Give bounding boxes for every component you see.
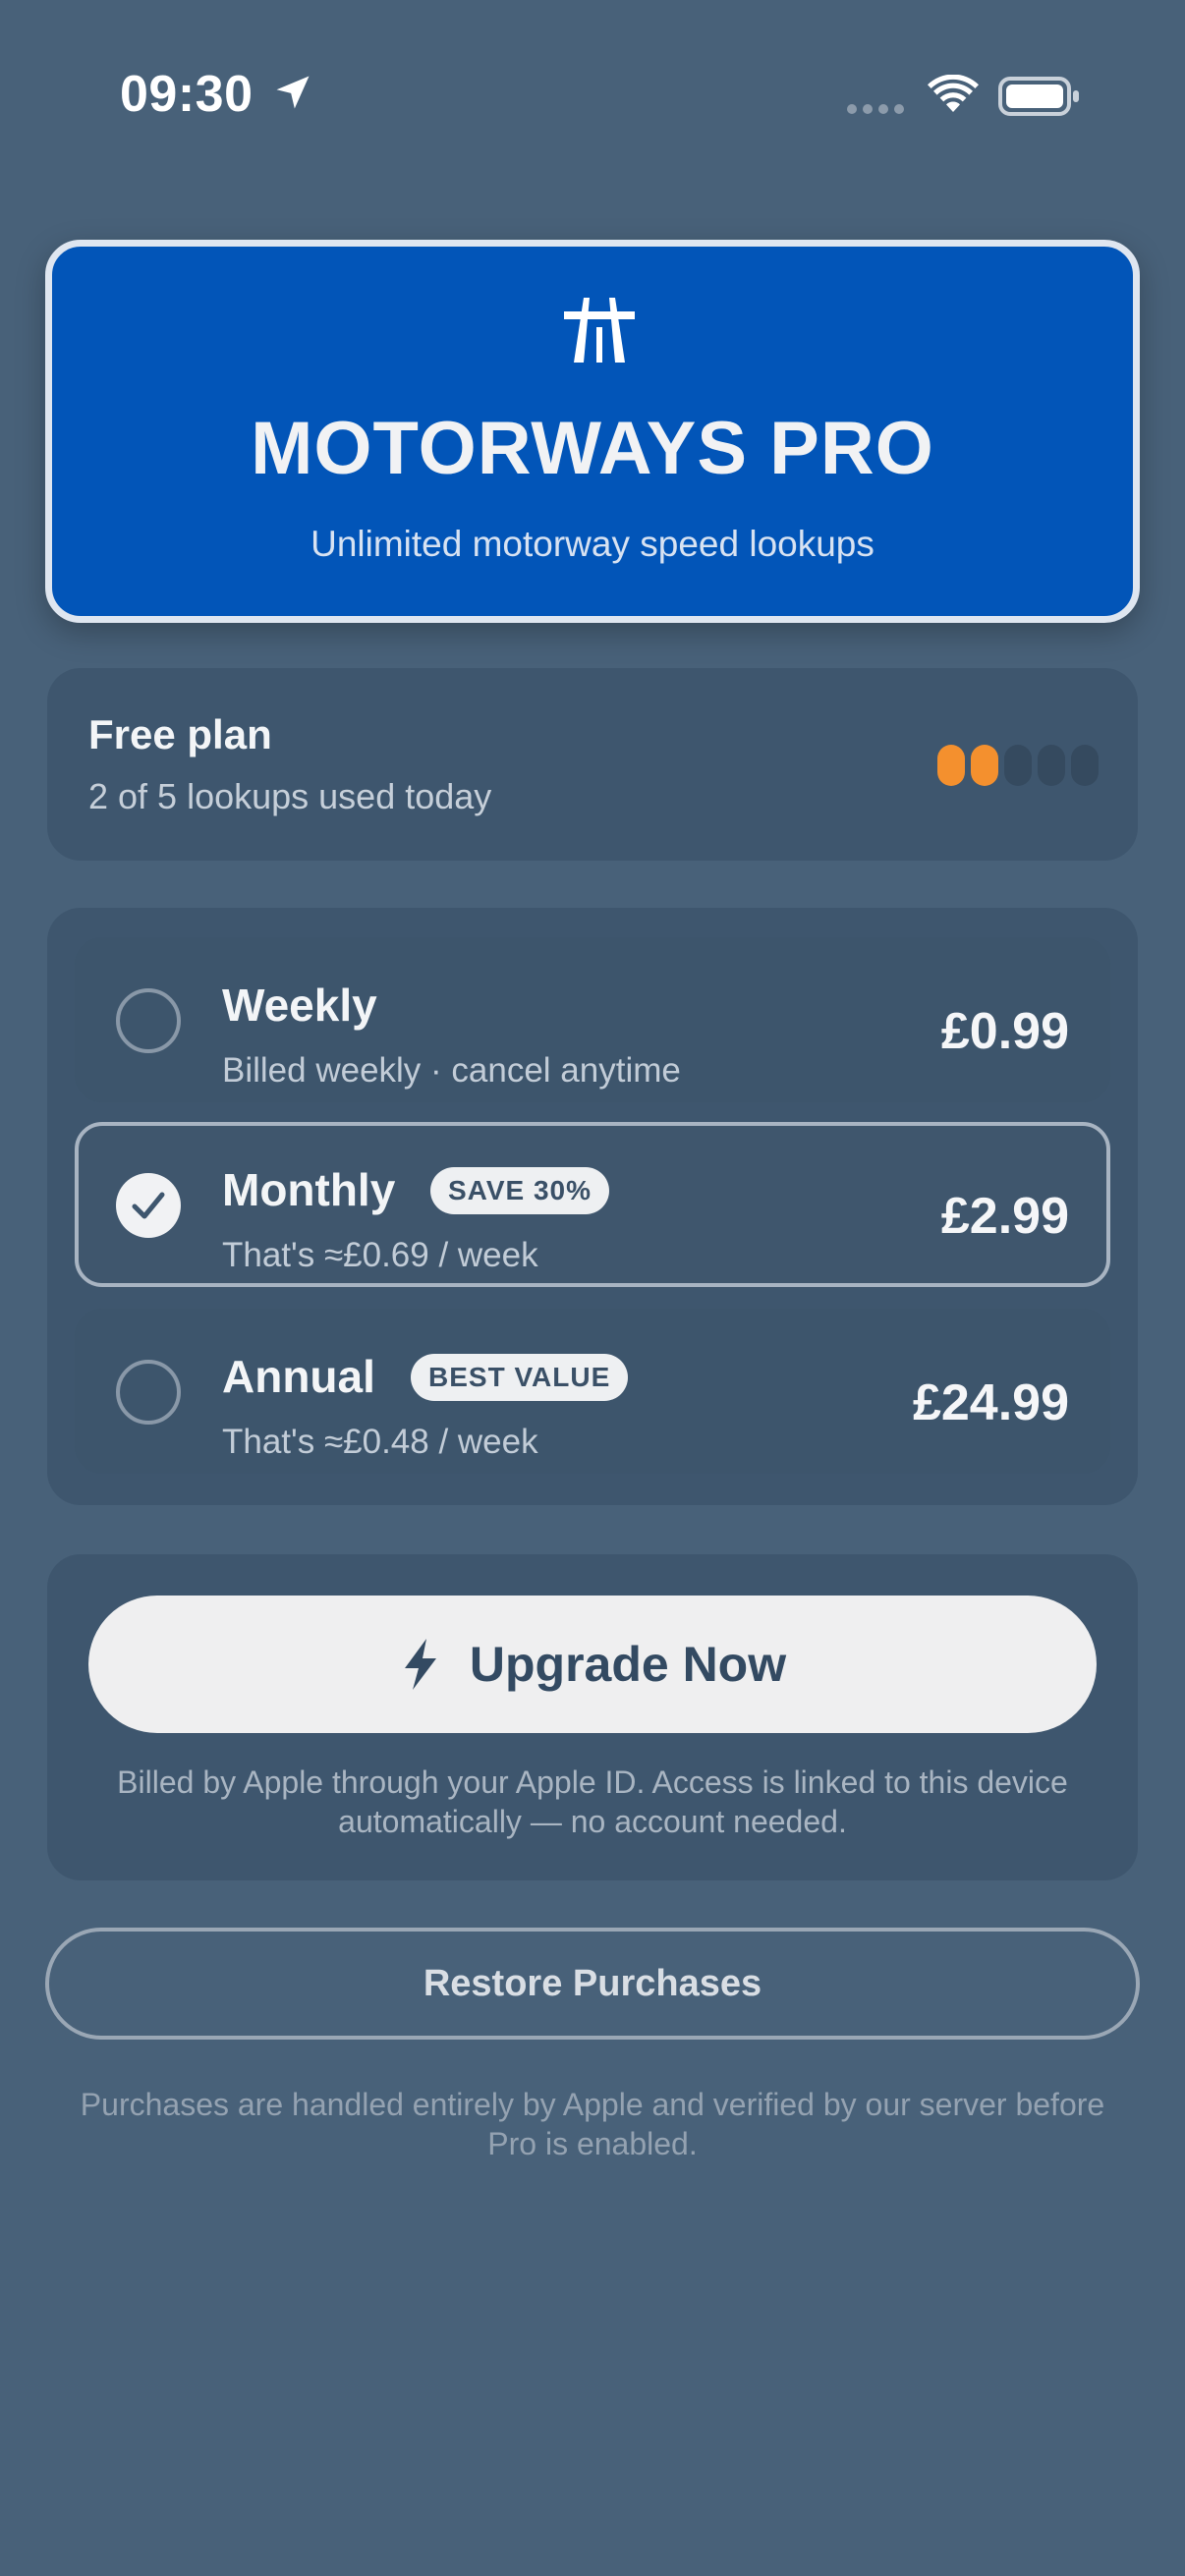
upgrade-card: Upgrade Now Billed by Apple through your… [47, 1554, 1138, 1880]
plan-name: Annual [222, 1351, 375, 1402]
wifi-icon [928, 75, 979, 112]
free-plan-card: Free plan 2 of 5 lookups used today [47, 668, 1138, 861]
footer-note: Purchases are handled entirely by Apple … [80, 2087, 1105, 2161]
upgrade-now-button[interactable]: Upgrade Now [88, 1596, 1097, 1733]
hero-banner: MOTORWAYS PRO Unlimited motorway speed l… [45, 240, 1140, 623]
radio-unselected-icon[interactable] [116, 988, 181, 1053]
plan-name: Weekly [222, 980, 377, 1031]
plan-name: Monthly [222, 1164, 396, 1215]
plan-description: That's ≈£0.48 / week [222, 1423, 538, 1461]
signal-icon [847, 102, 908, 116]
motorway-icon [564, 298, 635, 363]
hero-title: MOTORWAYS PRO [251, 407, 934, 490]
plan-description: Billed weekly · cancel anytime [222, 1051, 681, 1090]
status-bar: 09:30 [0, 0, 1185, 196]
best-value-badge: BEST VALUE [411, 1354, 629, 1401]
plan-price: £0.99 [940, 1003, 1069, 1060]
free-plan-usage-text: 2 of 5 lookups used today [88, 776, 492, 816]
radio-unselected-icon[interactable] [116, 1360, 181, 1425]
usage-dot-unused [1004, 745, 1032, 786]
location-arrow-icon [276, 76, 310, 109]
checkmark-icon [132, 1192, 165, 1219]
usage-dot-used [971, 745, 998, 786]
radio-selected-icon[interactable] [116, 1173, 181, 1238]
restore-purchases-button[interactable]: Restore Purchases [45, 1928, 1140, 2040]
plan-description: That's ≈£0.69 / week [222, 1236, 538, 1274]
usage-indicator [937, 745, 1099, 786]
plan-option-monthly[interactable]: Monthly SAVE 30% That's ≈£0.69 / week £2… [75, 1122, 1110, 1287]
plan-price: £24.99 [912, 1374, 1069, 1431]
usage-dot-unused [1071, 745, 1099, 786]
free-plan-title: Free plan [88, 711, 272, 757]
plan-options: Weekly Billed weekly · cancel anytime £0… [47, 908, 1138, 1505]
upgrade-now-label: Upgrade Now [469, 1637, 787, 1692]
usage-dot-unused [1038, 745, 1065, 786]
status-time: 09:30 [120, 66, 254, 123]
restore-purchases-label: Restore Purchases [423, 1962, 762, 2004]
plan-option-weekly[interactable]: Weekly Billed weekly · cancel anytime £0… [75, 937, 1110, 1102]
hero-subtitle: Unlimited motorway speed lookups [310, 524, 875, 564]
lightning-bolt-icon [404, 1639, 436, 1690]
save-badge: SAVE 30% [430, 1167, 609, 1214]
plan-option-annual[interactable]: Annual BEST VALUE That's ≈£0.48 / week £… [75, 1309, 1110, 1474]
paywall-screen: 09:30 MOTORWAYS PRO Unlimited motorway s… [0, 0, 1185, 2576]
battery-icon [998, 77, 1079, 116]
billing-note: Billed by Apple through your Apple ID. A… [117, 1764, 1068, 1839]
usage-dot-used [937, 745, 965, 786]
plan-price: £2.99 [940, 1188, 1069, 1245]
